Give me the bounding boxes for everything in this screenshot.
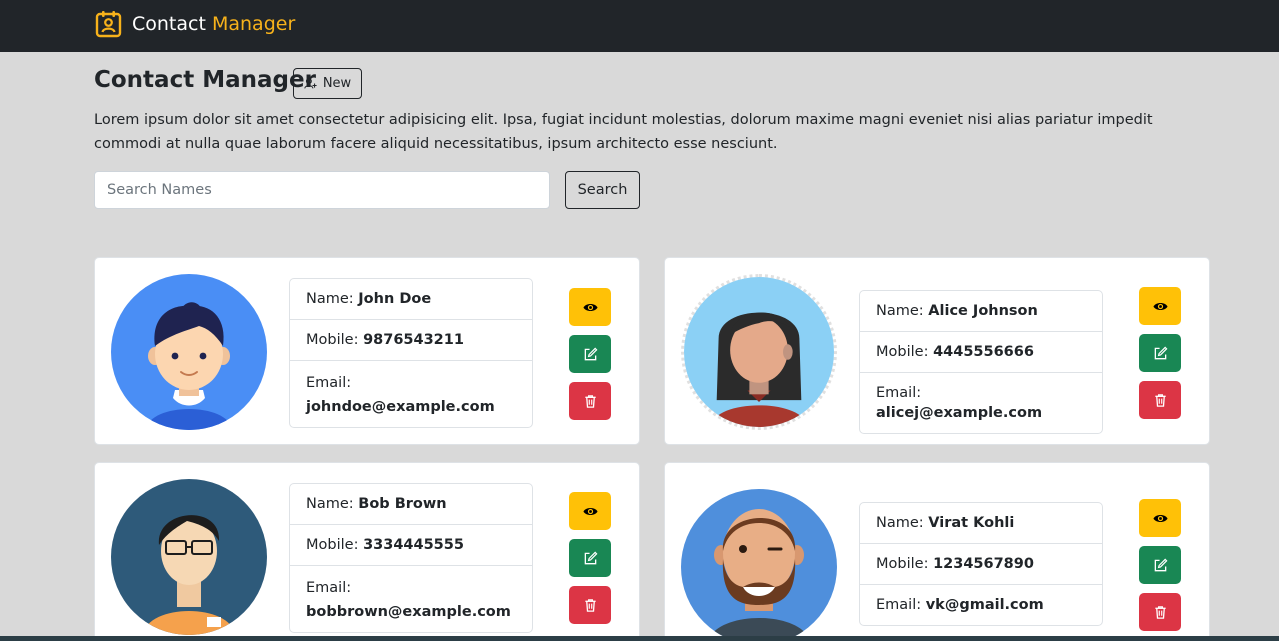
search-button[interactable]: Search xyxy=(565,171,640,209)
brand-title-main: Contact xyxy=(132,13,206,35)
avatar-image xyxy=(681,489,837,641)
trash-icon xyxy=(584,394,596,408)
contact-name: Bob Brown xyxy=(358,496,447,512)
avatar-image xyxy=(111,479,267,635)
mobile-label: Mobile: xyxy=(876,344,929,360)
contact-email: vk@gmail.com xyxy=(925,597,1044,613)
contact-book-icon xyxy=(95,11,122,38)
contact-email: johndoe@example.com xyxy=(306,399,495,415)
contact-card-john-doe: Name: John Doe Mobile: 9876543211 Email:… xyxy=(94,257,640,445)
view-contact-button[interactable] xyxy=(1139,499,1181,537)
eye-icon xyxy=(1152,302,1168,310)
edit-contact-button[interactable] xyxy=(569,335,611,373)
bottom-strip xyxy=(0,636,1279,641)
contact-info-list: Name: Bob Brown Mobile: 3334445555 Email… xyxy=(289,483,533,633)
contact-name: John Doe xyxy=(358,291,432,307)
view-contact-button[interactable] xyxy=(569,288,611,326)
pencil-square-icon xyxy=(1154,346,1167,359)
edit-contact-button[interactable] xyxy=(569,539,611,577)
contact-mobile-row: Mobile: 1234567890 xyxy=(860,544,1102,585)
eye-icon xyxy=(582,303,598,311)
contact-mobile-row: Mobile: 3334445555 xyxy=(290,525,532,566)
contact-name: Alice Johnson xyxy=(928,303,1038,319)
edit-contact-button[interactable] xyxy=(1139,546,1181,584)
contact-info-list: Name: Virat Kohli Mobile: 1234567890 Ema… xyxy=(859,502,1103,626)
brand-link[interactable]: Contact Manager xyxy=(95,10,295,38)
contact-mobile: 9876543211 xyxy=(363,332,464,348)
pencil-square-icon xyxy=(584,551,597,564)
contact-name-row: Name: Bob Brown xyxy=(290,484,532,525)
pencil-square-icon xyxy=(1154,558,1167,571)
view-contact-button[interactable] xyxy=(1139,287,1181,325)
contact-name-row: Name: Virat Kohli xyxy=(860,503,1102,544)
delete-contact-button[interactable] xyxy=(569,382,611,420)
contact-info-list: Name: John Doe Mobile: 9876543211 Email:… xyxy=(289,278,533,428)
eye-icon xyxy=(1152,514,1168,522)
contact-card-bob-brown: Name: Bob Brown Mobile: 3334445555 Email… xyxy=(94,462,640,641)
trash-icon xyxy=(584,598,596,612)
contact-mobile-row: Mobile: 4445556666 xyxy=(860,332,1102,373)
contact-mobile: 3334445555 xyxy=(363,537,464,553)
new-contact-button[interactable]: New xyxy=(293,68,362,99)
trash-icon xyxy=(1154,393,1166,407)
contact-mobile-row: Mobile: 9876543211 xyxy=(290,320,532,361)
email-label: Email: xyxy=(306,375,352,391)
contact-mobile: 4445556666 xyxy=(933,344,1034,360)
delete-contact-button[interactable] xyxy=(1139,593,1181,631)
contact-info-list: Name: Alice Johnson Mobile: 4445556666 E… xyxy=(859,290,1103,434)
name-label: Name: xyxy=(306,496,354,512)
contact-name-row: Name: Alice Johnson xyxy=(860,291,1102,332)
avatar-image xyxy=(684,277,834,427)
new-contact-label: New xyxy=(322,76,352,91)
contact-mobile: 1234567890 xyxy=(933,556,1034,572)
contact-avatar xyxy=(681,489,837,641)
person-plus-icon xyxy=(304,78,317,89)
view-contact-button[interactable] xyxy=(569,492,611,530)
contact-avatar xyxy=(681,274,837,430)
name-label: Name: xyxy=(876,515,924,531)
contact-name: Virat Kohli xyxy=(928,515,1015,531)
eye-icon xyxy=(582,507,598,515)
search-input[interactable] xyxy=(94,171,550,209)
contact-avatar xyxy=(111,479,267,635)
contact-actions xyxy=(569,492,611,624)
contact-name-row: Name: John Doe xyxy=(290,279,532,320)
contact-email-row: Email: alicej@example.com xyxy=(860,373,1102,433)
brand-title-accent: Manager xyxy=(211,13,296,35)
email-label: Email: xyxy=(876,385,922,401)
page-description: Lorem ipsum dolor sit amet consectetur a… xyxy=(94,112,1153,152)
edit-contact-button[interactable] xyxy=(1139,334,1181,372)
page-title: Contact Manager xyxy=(94,67,316,93)
mobile-label: Mobile: xyxy=(306,332,359,348)
contact-card-virat-kohli: Name: Virat Kohli Mobile: 1234567890 Ema… xyxy=(664,462,1210,641)
email-label: Email: xyxy=(876,597,922,613)
name-label: Name: xyxy=(876,303,924,319)
contact-email-row: Email: bobbrown@example.com xyxy=(290,566,532,632)
contact-actions xyxy=(1139,287,1181,419)
avatar-image xyxy=(111,274,267,430)
mobile-label: Mobile: xyxy=(876,556,929,572)
delete-contact-button[interactable] xyxy=(1139,381,1181,419)
contact-card-alice-johnson: Name: Alice Johnson Mobile: 4445556666 E… xyxy=(664,257,1210,445)
email-label: Email: xyxy=(306,580,352,596)
trash-icon xyxy=(1154,605,1166,619)
contact-email-row: Email: vk@gmail.com xyxy=(860,585,1102,625)
navbar: Contact Manager xyxy=(0,0,1279,52)
contact-actions xyxy=(569,288,611,420)
contact-avatar xyxy=(111,274,267,430)
pencil-square-icon xyxy=(584,347,597,360)
mobile-label: Mobile: xyxy=(306,537,359,553)
contact-actions xyxy=(1139,499,1181,631)
brand-title: Contact Manager xyxy=(132,13,295,35)
name-label: Name: xyxy=(306,291,354,307)
contact-email-row: Email: johndoe@example.com xyxy=(290,361,532,427)
contact-email: bobbrown@example.com xyxy=(306,604,511,620)
delete-contact-button[interactable] xyxy=(569,586,611,624)
contact-email: alicej@example.com xyxy=(876,405,1043,421)
